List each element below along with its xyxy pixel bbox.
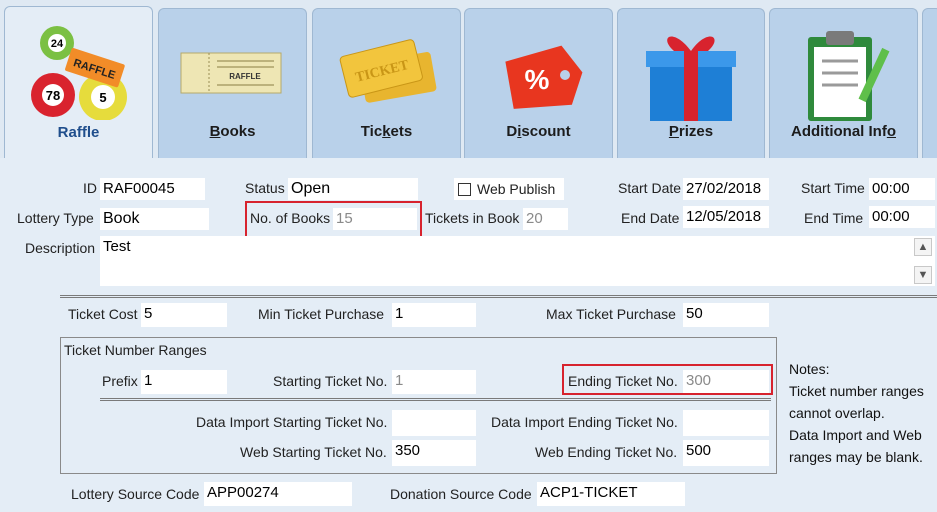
ball-number-5: 5	[99, 90, 106, 105]
raffle-balls-icon: 24 5 RAFFLE 78	[5, 15, 152, 121]
notes-line: Notes:	[789, 361, 830, 377]
data-import-starting-field[interactable]	[392, 410, 476, 436]
tab-prizes[interactable]: Prizes	[617, 8, 765, 158]
tab-discount[interactable]: % Discount	[464, 8, 613, 158]
lottery-source-code-label: Lottery Source Code	[71, 486, 200, 502]
donation-source-code-field[interactable]: ACP1-TICKET	[537, 482, 685, 506]
percent-sign: %	[525, 64, 550, 95]
start-time-field[interactable]: 00:00	[869, 178, 935, 200]
discount-tag-icon: %	[465, 17, 612, 122]
web-starting-label: Web Starting Ticket No.	[240, 444, 387, 460]
status-field[interactable]: Open	[288, 178, 418, 200]
start-date-field[interactable]: 27/02/2018	[683, 178, 769, 200]
web-ending-field[interactable]: 500	[683, 440, 769, 466]
web-publish-checkbox[interactable]	[458, 183, 471, 196]
ball-number-24: 24	[51, 38, 64, 50]
max-ticket-purchase-field[interactable]: 50	[683, 303, 769, 327]
notes-line: cannot overlap.	[789, 405, 885, 421]
prefix-label: Prefix	[102, 373, 138, 389]
gift-box-icon	[618, 17, 764, 122]
tab-tickets[interactable]: TICKET Tickets	[312, 8, 461, 158]
tab-overflow[interactable]	[922, 8, 937, 158]
prefix-field[interactable]: 1	[141, 370, 227, 394]
tab-prizes-label: Prizes	[668, 123, 714, 140]
ticket-number-ranges-title: Ticket Number Ranges	[64, 342, 207, 358]
divider-top	[60, 295, 937, 298]
starting-ticket-no-label: Starting Ticket No.	[273, 373, 388, 389]
min-ticket-purchase-label: Min Ticket Purchase	[258, 306, 385, 322]
id-field[interactable]: RAF00045	[100, 178, 205, 200]
ranges-divider	[100, 398, 771, 401]
tab-tickets-label: Tickets	[360, 123, 413, 140]
book-ticket-text: RAFFLE	[229, 72, 261, 81]
data-import-ending-field[interactable]	[683, 410, 769, 436]
ticket-cost-label: Ticket Cost	[68, 306, 138, 322]
web-starting-field[interactable]: 350	[392, 440, 476, 466]
start-time-label: Start Time	[801, 180, 865, 196]
starting-ticket-no-field[interactable]: 1	[392, 370, 476, 394]
notes-line: ranges may be blank.	[789, 449, 923, 465]
no-of-books-highlight	[245, 201, 422, 238]
status-label: Status	[245, 180, 285, 196]
description-field[interactable]: Test	[100, 236, 935, 286]
tab-additional-info-label: Additional Info	[791, 123, 896, 140]
notes-text: Notes: Ticket number ranges cannot overl…	[789, 358, 924, 468]
clipboard-icon	[770, 17, 917, 122]
tab-raffle-label: Raffle	[57, 124, 100, 141]
end-date-label: End Date	[621, 210, 680, 226]
lottery-type-field[interactable]: Book	[100, 208, 209, 230]
lottery-type-label: Lottery Type	[17, 210, 94, 226]
lottery-source-code-field[interactable]: APP00274	[204, 482, 352, 506]
id-label: ID	[83, 180, 97, 196]
scroll-down-button[interactable]: ▼	[914, 266, 932, 284]
start-date-label: Start Date	[618, 180, 682, 196]
tab-raffle[interactable]: 24 5 RAFFLE 78 Raffle	[4, 6, 153, 159]
ticket-book-icon: RAFFLE	[159, 17, 306, 122]
ball-number-78: 78	[46, 88, 60, 103]
donation-source-code-label: Donation Source Code	[390, 486, 532, 502]
min-ticket-purchase-field[interactable]: 1	[392, 303, 476, 327]
ticket-cost-field[interactable]: 5	[141, 303, 227, 327]
web-ending-label: Web Ending Ticket No.	[535, 444, 678, 460]
tab-books-label: Books	[209, 123, 256, 140]
description-label: Description	[25, 240, 96, 256]
max-ticket-purchase-label: Max Ticket Purchase	[546, 306, 676, 322]
ending-ticket-no-highlight	[562, 364, 773, 395]
notes-line: Data Import and Web	[789, 427, 922, 443]
tab-books[interactable]: RAFFLE Books	[158, 8, 307, 158]
tickets-in-book-label: Tickets in Book	[425, 210, 520, 226]
end-time-field[interactable]: 00:00	[869, 206, 935, 228]
data-import-starting-label: Data Import Starting Ticket No.	[196, 414, 388, 430]
data-import-ending-label: Data Import Ending Ticket No.	[491, 414, 678, 430]
tickets-in-book-field[interactable]: 20	[523, 208, 568, 230]
tab-discount-label: Discount	[506, 123, 571, 140]
tab-additional-info[interactable]: Additional Info	[769, 8, 918, 158]
tab-bar: 24 5 RAFFLE 78 Raffle RAFFLE Books TICKE…	[0, 0, 937, 159]
end-time-label: End Time	[804, 210, 864, 226]
scroll-up-button[interactable]: ▲	[914, 238, 932, 256]
web-publish-label: Web Publish	[477, 181, 556, 197]
ticket-icon: TICKET	[313, 17, 460, 122]
end-date-field[interactable]: 12/05/2018	[683, 206, 769, 228]
notes-line: Ticket number ranges	[789, 383, 924, 399]
